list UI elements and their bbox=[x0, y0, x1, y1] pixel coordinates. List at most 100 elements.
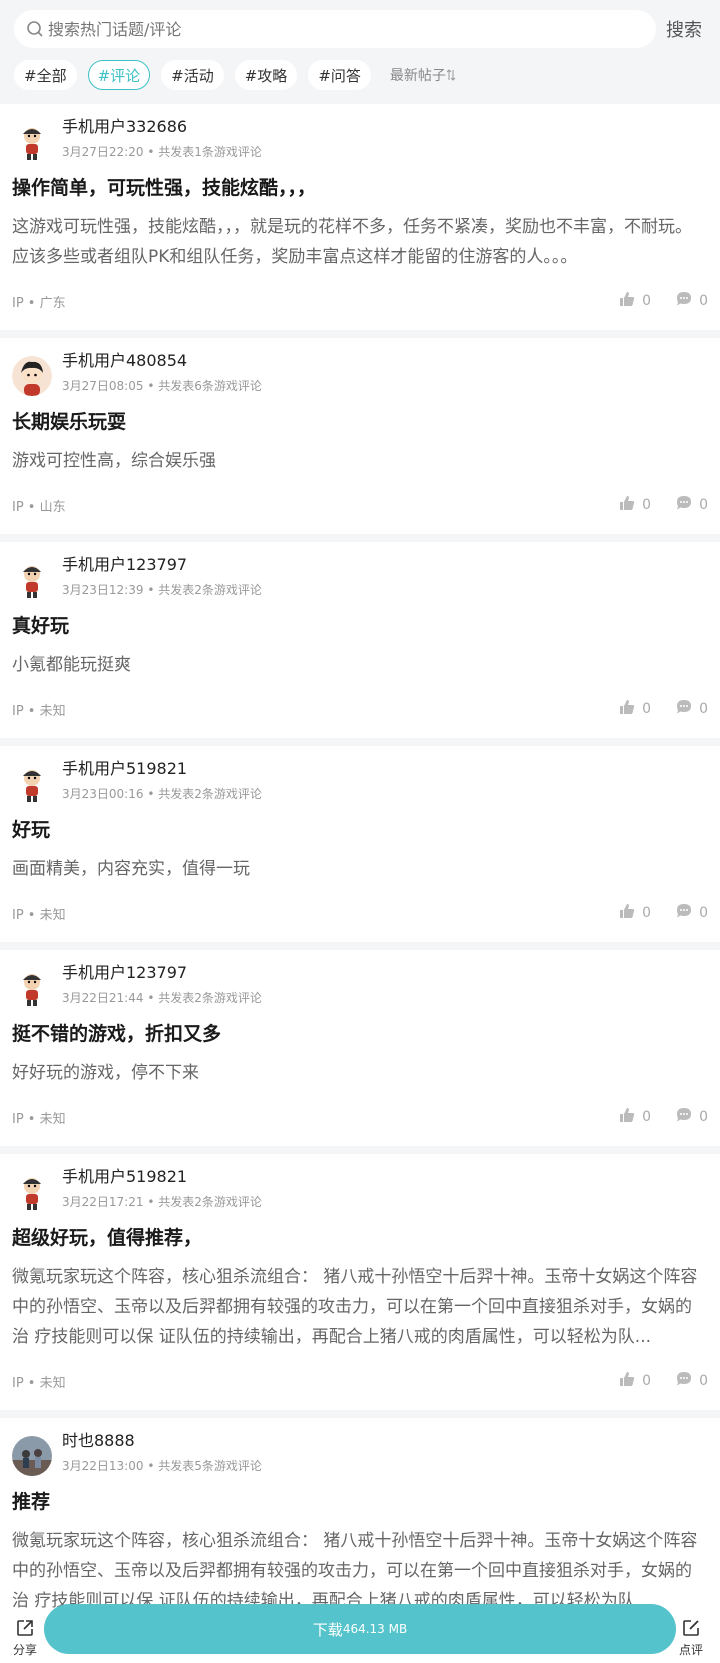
like-button[interactable]: 0 bbox=[618, 494, 651, 516]
thumbs-up-icon bbox=[618, 902, 636, 924]
post-body[interactable]: 小氪都能玩挺爽 bbox=[12, 650, 708, 680]
post-author: 手机用户519821 3月23日00:16 • 共发表2条游戏评论 bbox=[12, 756, 708, 812]
ip-location: IP • 未知 bbox=[12, 1375, 66, 1391]
filter-chip-qa[interactable]: #问答 bbox=[308, 60, 371, 90]
username[interactable]: 手机用户123797 bbox=[62, 554, 262, 576]
post-footer: IP • 未知 0 0 bbox=[12, 1352, 708, 1410]
thumbs-up-icon bbox=[618, 494, 636, 516]
filter-chip-events[interactable]: #活动 bbox=[161, 60, 224, 90]
post-meta: 3月22日21:44 • 共发表2条游戏评论 bbox=[62, 991, 262, 1005]
post-body[interactable]: 游戏可控性高，综合娱乐强 bbox=[12, 446, 708, 476]
post-meta: 3月22日17:21 • 共发表2条游戏评论 bbox=[62, 1195, 262, 1209]
post-card[interactable]: 手机用户123797 3月23日12:39 • 共发表2条游戏评论 真好玩 小氪… bbox=[0, 542, 720, 738]
post-card[interactable]: 手机用户480854 3月27日08:05 • 共发表6条游戏评论 长期娱乐玩耍… bbox=[0, 338, 720, 534]
like-button[interactable]: 0 bbox=[618, 698, 651, 720]
review-label: 点评 bbox=[678, 1643, 703, 1657]
post-card[interactable]: 手机用户519821 3月23日00:16 • 共发表2条游戏评论 好玩 画面精… bbox=[0, 746, 720, 942]
post-title[interactable]: 真好玩 bbox=[12, 612, 708, 640]
post-title[interactable]: 超级好玩，值得推荐， bbox=[12, 1224, 708, 1252]
post-title[interactable]: 好玩 bbox=[12, 816, 708, 844]
post-author: 手机用户123797 3月22日21:44 • 共发表2条游戏评论 bbox=[12, 960, 708, 1016]
post-actions: 0 0 bbox=[594, 902, 708, 924]
comment-icon bbox=[675, 1370, 693, 1392]
post-title[interactable]: 长期娱乐玩耍 bbox=[12, 408, 708, 436]
ip-location: IP • 山东 bbox=[12, 499, 66, 515]
like-count: 0 bbox=[642, 701, 652, 717]
like-button[interactable]: 0 bbox=[618, 1370, 651, 1392]
username[interactable]: 手机用户519821 bbox=[62, 1166, 262, 1188]
review-count: 共发表2条游戏评论 bbox=[158, 583, 262, 597]
like-count: 0 bbox=[642, 905, 652, 921]
username[interactable]: 手机用户332686 bbox=[62, 116, 262, 138]
username[interactable]: 手机用户519821 bbox=[62, 758, 262, 780]
cartoon-character-icon[interactable] bbox=[12, 764, 52, 804]
like-button[interactable]: 0 bbox=[618, 1106, 651, 1128]
post-meta: 3月23日00:16 • 共发表2条游戏评论 bbox=[62, 787, 262, 801]
post-body[interactable]: 画面精美，内容充实，值得一玩 bbox=[12, 854, 708, 884]
post-actions: 0 0 bbox=[594, 1370, 708, 1392]
cartoon-character-icon[interactable] bbox=[12, 1172, 52, 1212]
search-icon bbox=[27, 21, 43, 37]
post-time: 3月27日22:20 bbox=[62, 145, 144, 159]
username[interactable]: 手机用户123797 bbox=[62, 962, 262, 984]
like-button[interactable]: 0 bbox=[618, 290, 651, 312]
post-card[interactable]: 手机用户332686 3月27日22:20 • 共发表1条游戏评论 操作简单，可… bbox=[0, 104, 720, 330]
download-button[interactable]: 下载 464.13 MB bbox=[44, 1604, 676, 1654]
post-title[interactable]: 推荐 bbox=[12, 1488, 708, 1516]
comment-button[interactable]: 0 bbox=[675, 494, 708, 516]
post-actions: 0 0 bbox=[594, 1106, 708, 1128]
search-button[interactable]: 搜索 bbox=[666, 16, 702, 42]
post-body[interactable]: 这游戏可玩性强，技能炫酷，，，就是玩的花样不多，任务不紧凑，奖励也不丰富，不耐玩… bbox=[12, 212, 708, 272]
review-count: 共发表5条游戏评论 bbox=[158, 1459, 262, 1473]
post-body[interactable]: 好好玩的游戏，停不下来 bbox=[12, 1058, 708, 1088]
post-author: 手机用户480854 3月27日08:05 • 共发表6条游戏评论 bbox=[12, 348, 708, 404]
comment-button[interactable]: 0 bbox=[675, 290, 708, 312]
post-title[interactable]: 挺不错的游戏，折扣又多 bbox=[12, 1020, 708, 1048]
comment-button[interactable]: 0 bbox=[675, 902, 708, 924]
username[interactable]: 时也8888 bbox=[62, 1430, 262, 1452]
sort-arrows-icon bbox=[446, 69, 456, 81]
post-footer: IP • 广东 0 0 bbox=[12, 272, 708, 330]
search-input[interactable] bbox=[48, 19, 608, 39]
share-label: 分享 bbox=[12, 1643, 37, 1657]
cartoon-character-icon[interactable] bbox=[12, 560, 52, 600]
username[interactable]: 手机用户480854 bbox=[62, 350, 262, 372]
filter-chip-all[interactable]: #全部 bbox=[14, 60, 77, 90]
comment-button[interactable]: 0 bbox=[675, 1370, 708, 1392]
cartoon-character-icon[interactable] bbox=[12, 968, 52, 1008]
comment-icon bbox=[675, 698, 693, 720]
review-button[interactable]: 点评 bbox=[676, 1618, 706, 1658]
author-info: 时也8888 3月22日13:00 • 共发表5条游戏评论 bbox=[62, 1428, 262, 1484]
sort-button[interactable]: 最新帖子 bbox=[390, 65, 456, 85]
comment-icon bbox=[675, 1106, 693, 1128]
comment-icon bbox=[675, 290, 693, 312]
author-info: 手机用户519821 3月23日00:16 • 共发表2条游戏评论 bbox=[62, 756, 262, 812]
post-card[interactable]: 手机用户519821 3月22日17:21 • 共发表2条游戏评论 超级好玩，值… bbox=[0, 1154, 720, 1410]
post-meta: 3月23日12:39 • 共发表2条游戏评论 bbox=[62, 583, 262, 597]
post-footer: IP • 未知 0 0 bbox=[12, 884, 708, 942]
comment-count: 0 bbox=[699, 701, 708, 717]
cartoon-character-icon[interactable] bbox=[12, 122, 52, 162]
filter-chip-guides[interactable]: #攻略 bbox=[234, 60, 298, 90]
ip-location: IP • 未知 bbox=[12, 907, 66, 923]
review-count: 共发表2条游戏评论 bbox=[158, 991, 262, 1005]
thumbs-up-icon bbox=[618, 698, 636, 720]
author-info: 手机用户123797 3月23日12:39 • 共发表2条游戏评论 bbox=[62, 552, 262, 608]
post-title[interactable]: 操作简单，可玩性强，技能炫酷，，， bbox=[12, 174, 708, 202]
author-info: 手机用户332686 3月27日22:20 • 共发表1条游戏评论 bbox=[62, 114, 262, 170]
comment-icon bbox=[675, 902, 693, 924]
search-box[interactable] bbox=[14, 10, 656, 48]
cartoon-boy-icon[interactable] bbox=[12, 356, 52, 396]
comment-button[interactable]: 0 bbox=[675, 698, 708, 720]
post-card[interactable]: 手机用户123797 3月22日21:44 • 共发表2条游戏评论 挺不错的游戏… bbox=[0, 950, 720, 1146]
like-button[interactable]: 0 bbox=[618, 902, 651, 924]
post-body[interactable]: 微氪玩家玩这个阵容，核心狙杀流组合： 猪八戒十孙悟空十后羿十神。玉帝十女娲这个阵… bbox=[12, 1526, 708, 1616]
post-time: 3月27日08:05 bbox=[62, 379, 144, 393]
author-info: 手机用户123797 3月22日21:44 • 共发表2条游戏评论 bbox=[62, 960, 262, 1016]
filter-chip-reviews[interactable]: #评论 bbox=[87, 60, 151, 90]
post-body[interactable]: 微氪玩家玩这个阵容，核心狙杀流组合： 猪八戒十孙悟空十后羿十神。玉帝十女娲这个阵… bbox=[12, 1262, 708, 1352]
share-button[interactable]: 分享 bbox=[10, 1618, 40, 1658]
photo-avatar-icon[interactable] bbox=[12, 1436, 52, 1476]
post-actions: 0 0 bbox=[594, 698, 708, 720]
comment-button[interactable]: 0 bbox=[675, 1106, 708, 1128]
